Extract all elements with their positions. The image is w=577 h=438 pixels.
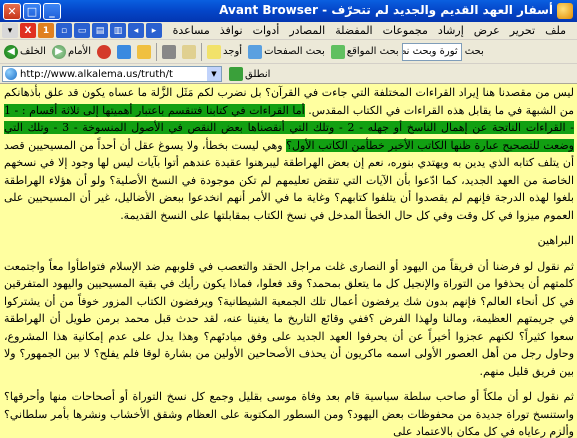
- tab-cascade-icon[interactable]: ▤: [92, 23, 108, 38]
- menu-favorites[interactable]: المفضلة: [330, 24, 377, 37]
- stop-button[interactable]: [94, 42, 114, 62]
- article-text: ليس من مقصدنا هنا إيراد القراءات المختلف…: [4, 84, 574, 438]
- print-button[interactable]: [159, 42, 179, 62]
- close-button[interactable]: ✕: [3, 2, 21, 20]
- tab-prev-icon[interactable]: ◂: [128, 23, 144, 38]
- menu-sources[interactable]: المصادر: [284, 24, 330, 37]
- menu-view[interactable]: عرض: [469, 24, 505, 37]
- site-search-button[interactable]: بحث المواقع: [328, 42, 402, 62]
- tab-menu-icon[interactable]: ▾: [2, 23, 18, 38]
- section-heading: البراهين: [537, 234, 574, 247]
- mail-icon: [182, 44, 197, 59]
- maximize-button[interactable]: □: [23, 2, 41, 20]
- search-input[interactable]: ثورة وبحث نصر: [401, 42, 462, 61]
- address-url: http://www.alkalema.us/truth/t: [20, 68, 173, 80]
- mdi-controls: ▾ X 1 ▫ ▭ ▤ ▥ ◂ ▸: [2, 23, 162, 38]
- page-search-button[interactable]: بحث الصفحات: [245, 42, 328, 62]
- tab-1-icon[interactable]: 1: [38, 23, 54, 38]
- print-icon: [162, 44, 177, 59]
- refresh-button[interactable]: [114, 42, 134, 62]
- page-search-icon: [248, 44, 263, 59]
- back-button[interactable]: ◀ الخلف: [1, 42, 49, 62]
- menu-groups[interactable]: مجموعات: [378, 24, 433, 37]
- mail-button[interactable]: [179, 42, 199, 62]
- app-icon: [557, 3, 573, 19]
- forward-button[interactable]: ▶ الأمام: [49, 42, 94, 62]
- tab-close-icon[interactable]: X: [20, 23, 36, 38]
- address-bar: http://www.alkalema.us/truth/t ▼ انطلق: [0, 64, 577, 84]
- tab-next-icon[interactable]: ▸: [146, 23, 162, 38]
- address-input[interactable]: http://www.alkalema.us/truth/t ▼: [2, 66, 222, 82]
- home-icon: [137, 44, 152, 59]
- go-button[interactable]: انطلق: [226, 64, 273, 84]
- stop-icon: [97, 44, 112, 59]
- paragraph: ثم نقول لو أن ملكاً أو صاحب سلطة سياسية …: [4, 390, 574, 438]
- window-title: أسفار العهد القديم والجديد لم تتحرّف - A…: [219, 3, 553, 17]
- title-bar: ✕ □ _ أسفار العهد القديم والجديد لم تتحر…: [0, 0, 577, 22]
- paragraph: ثم نقول لو فرضنا أن فريقاً من اليهود أو …: [4, 259, 574, 378]
- tab-tile-icon[interactable]: ▭: [74, 23, 90, 38]
- refresh-icon: [117, 44, 132, 59]
- search-label: بحث: [464, 46, 484, 57]
- forward-arrow-icon: ▶: [51, 44, 66, 59]
- home-button[interactable]: [134, 42, 154, 62]
- highlight-icon: [207, 44, 222, 59]
- highlighted-text: من الكاتب الأول؟: [286, 138, 366, 152]
- menu-file[interactable]: ملف: [540, 24, 571, 37]
- highlight-button[interactable]: أوجد: [204, 42, 245, 62]
- minimize-button[interactable]: _: [43, 2, 61, 20]
- toolbar: ◀ الخلف ▶ الأمام أوجد بحث الصفحات بحث ال…: [0, 40, 577, 64]
- toolbar-separator: [201, 42, 203, 61]
- menu-guide[interactable]: إرشاد: [433, 24, 469, 37]
- tab-arrange-icon[interactable]: ▥: [110, 23, 126, 38]
- menu-tools[interactable]: أدوات: [248, 24, 285, 37]
- menu-bar: ملف تحرير عرض إرشاد مجموعات المفضلة المص…: [0, 22, 577, 40]
- page-content: ليس من مقصدنا هنا إيراد القراءات المختلف…: [0, 84, 577, 438]
- menu-windows[interactable]: نوافذ: [215, 24, 248, 37]
- menu-help[interactable]: مساعدة: [168, 24, 215, 37]
- toolbar-separator: [156, 42, 158, 61]
- go-arrow-icon: [229, 67, 243, 81]
- address-dropdown-icon[interactable]: ▼: [207, 67, 221, 81]
- site-search-icon: [330, 44, 345, 59]
- globe-icon: [5, 68, 17, 80]
- tab-restore-icon[interactable]: ▫: [56, 23, 72, 38]
- menu-edit[interactable]: تحرير: [505, 24, 540, 37]
- back-arrow-icon: ◀: [4, 44, 18, 59]
- paragraph: ليس من مقصدنا هنا إيراد القراءات المختلف…: [4, 86, 574, 222]
- window-controls: ✕ □ _: [3, 2, 61, 20]
